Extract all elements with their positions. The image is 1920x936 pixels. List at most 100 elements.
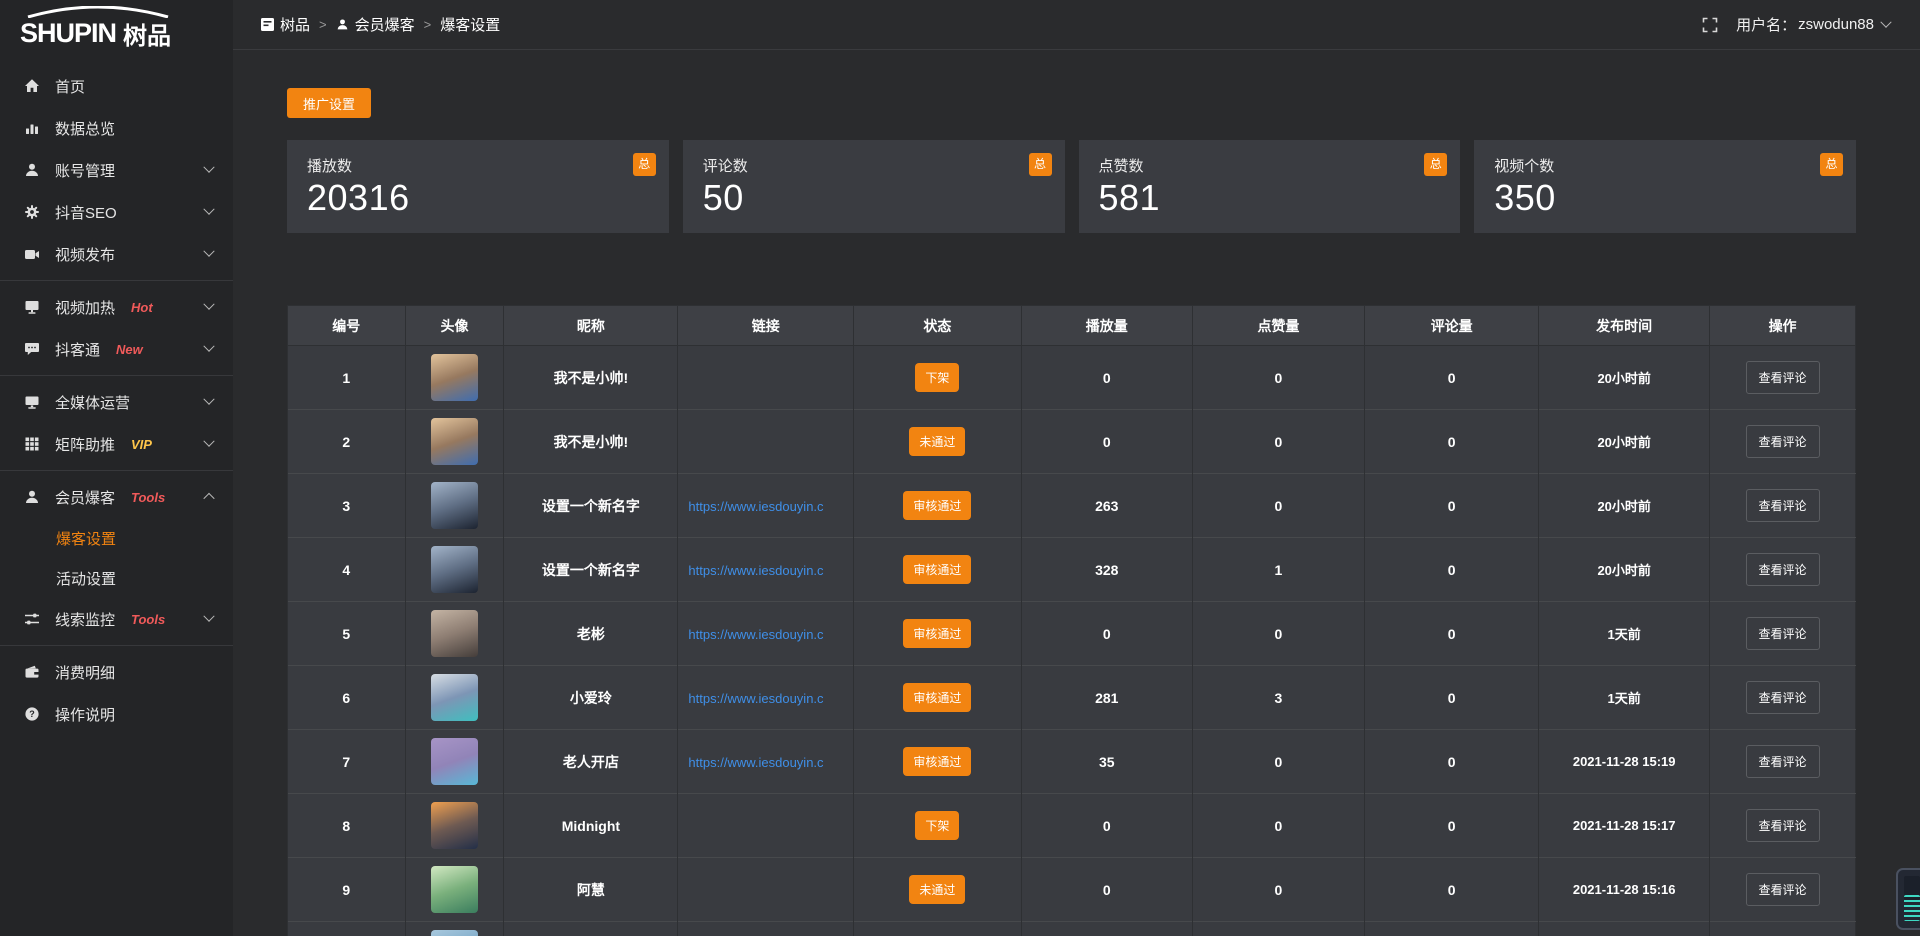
promotion-settings-button[interactable]: 推广设置 <box>287 88 371 118</box>
view-comments-button[interactable]: 查看评论 <box>1746 681 1820 714</box>
cell-link <box>678 346 854 410</box>
cell-publish-time: 1天前 <box>1539 666 1710 730</box>
cell-status: 下架 <box>854 346 1022 410</box>
avatar <box>431 418 478 465</box>
breadcrumb-item-shupin[interactable]: 树品 <box>261 14 310 35</box>
cell-link <box>678 794 854 858</box>
view-comments-button[interactable]: 查看评论 <box>1746 809 1820 842</box>
video-link[interactable]: https://www.iesdouyin.c <box>688 691 823 706</box>
sidebar-item-baoke-settings[interactable]: 爆客设置 <box>0 518 233 558</box>
sidebar-item-all-media-operation[interactable]: 全媒体运营 <box>0 381 233 423</box>
breadcrumb-item-member-baoke[interactable]: 会员爆客 <box>336 14 415 35</box>
cell-publish-time: 20小时前 <box>1539 410 1710 474</box>
cell-comments: 0 <box>1365 858 1539 922</box>
col-status: 状态 <box>854 306 1022 346</box>
cell-publish-time: 20小时前 <box>1539 538 1710 602</box>
cell-status: 未通过 <box>854 410 1022 474</box>
cell-id <box>288 922 406 936</box>
status-badge[interactable]: 未通过 <box>909 427 965 456</box>
cell-link <box>678 922 854 936</box>
cell-likes: 0 <box>1192 730 1364 794</box>
stat-card-plays: 播放数 20316 总 <box>287 140 669 233</box>
cell-publish-time <box>1539 922 1710 936</box>
sidebar-item-activity-settings[interactable]: 活动设置 <box>0 558 233 598</box>
monitor-icon <box>24 394 40 410</box>
user-menu[interactable]: 用户名：zswodun88 <box>1736 14 1890 35</box>
view-comments-button[interactable]: 查看评论 <box>1746 425 1820 458</box>
col-comments: 评论量 <box>1365 306 1539 346</box>
view-comments-button[interactable]: 查看评论 <box>1746 617 1820 650</box>
table-row: 1 我不是小帅! 下架 0 0 0 20小时前 查看评论 <box>288 346 1856 410</box>
total-badge: 总 <box>1424 153 1447 176</box>
sidebar-item-video-heating[interactable]: 视频加热 Hot <box>0 286 233 328</box>
sidebar-item-operation-guide[interactable]: ? 操作说明 <box>0 693 233 735</box>
status-badge[interactable]: 下架 <box>915 811 959 840</box>
cell-nickname: Midnight <box>504 794 678 858</box>
sidebar-subitem-label: 活动设置 <box>56 568 116 589</box>
cell-id: 5 <box>288 602 406 666</box>
col-avatar: 头像 <box>405 306 504 346</box>
cell-actions <box>1710 922 1856 936</box>
status-badge[interactable]: 审核通过 <box>903 619 971 648</box>
chevron-down-icon <box>1880 16 1891 27</box>
video-link[interactable]: https://www.iesdouyin.c <box>688 499 823 514</box>
sidebar-item-video-publish[interactable]: 视频发布 <box>0 233 233 275</box>
total-badge: 总 <box>633 153 656 176</box>
sidebar-item-label: 消费明细 <box>55 662 115 683</box>
sidebar-item-label: 线索监控 <box>55 609 115 630</box>
view-comments-button[interactable]: 查看评论 <box>1746 361 1820 394</box>
sidebar-menu: 首页 数据总览 账号管理 抖音SEO 视频发布 <box>0 59 233 735</box>
cell-likes: 0 <box>1192 474 1364 538</box>
fullscreen-icon[interactable] <box>1702 17 1718 33</box>
table-body: 1 我不是小帅! 下架 0 0 0 20小时前 查看评论 2 我不是小帅! 未通… <box>288 346 1856 936</box>
floating-widget[interactable] <box>1896 868 1920 930</box>
sidebar-item-matrix-boost[interactable]: 矩阵助推 VIP <box>0 423 233 465</box>
cell-id: 9 <box>288 858 406 922</box>
tools-badge: Tools <box>131 612 165 627</box>
status-badge[interactable]: 审核通过 <box>903 747 971 776</box>
sidebar-item-data-overview[interactable]: 数据总览 <box>0 107 233 149</box>
sidebar-item-consumption-details[interactable]: 消费明细 <box>0 651 233 693</box>
cell-comments <box>1365 922 1539 936</box>
app-logo[interactable]: SHUPIN 树品 <box>0 0 233 59</box>
cell-link: https://www.iesdouyin.c <box>678 602 854 666</box>
status-badge[interactable]: 审核通过 <box>903 491 971 520</box>
video-link[interactable]: https://www.iesdouyin.c <box>688 755 823 770</box>
floating-widget-stripes <box>1904 895 1920 921</box>
cell-link <box>678 410 854 474</box>
stat-value: 50 <box>703 177 1045 219</box>
sidebar-item-home[interactable]: 首页 <box>0 65 233 107</box>
cell-nickname: 设置一个新名字 <box>504 474 678 538</box>
video-link[interactable]: https://www.iesdouyin.c <box>688 563 823 578</box>
sidebar-divider <box>0 280 233 281</box>
breadcrumb-item-baoke-settings[interactable]: 爆客设置 <box>440 14 500 35</box>
view-comments-button[interactable]: 查看评论 <box>1746 553 1820 586</box>
user-icon <box>24 162 40 178</box>
status-badge[interactable]: 审核通过 <box>903 683 971 712</box>
view-comments-button[interactable]: 查看评论 <box>1746 873 1820 906</box>
cell-avatar <box>405 666 504 730</box>
tools-badge: Tools <box>131 490 165 505</box>
cell-comments: 0 <box>1365 410 1539 474</box>
sidebar-item-douketong[interactable]: 抖客通 New <box>0 328 233 370</box>
breadcrumb-label: 会员爆客 <box>355 14 415 35</box>
view-comments-button[interactable]: 查看评论 <box>1746 489 1820 522</box>
chevron-down-icon <box>203 436 214 447</box>
cell-actions: 查看评论 <box>1710 730 1856 794</box>
video-link[interactable]: https://www.iesdouyin.c <box>688 627 823 642</box>
sidebar-item-clue-monitoring[interactable]: 线索监控 Tools <box>0 598 233 640</box>
avatar <box>431 802 478 849</box>
sidebar-item-douyin-seo[interactable]: 抖音SEO <box>0 191 233 233</box>
view-comments-button[interactable]: 查看评论 <box>1746 745 1820 778</box>
status-badge[interactable]: 审核通过 <box>903 555 971 584</box>
breadcrumb-separator: > <box>424 17 432 32</box>
table-row: 9 阿慧 未通过 0 0 0 2021-11-28 15:16 查看评论 <box>288 858 1856 922</box>
cell-id: 7 <box>288 730 406 794</box>
avatar <box>431 674 478 721</box>
sidebar-item-account-management[interactable]: 账号管理 <box>0 149 233 191</box>
cell-actions: 查看评论 <box>1710 794 1856 858</box>
cell-status: 下架 <box>854 794 1022 858</box>
status-badge[interactable]: 未通过 <box>909 875 965 904</box>
sidebar-item-member-baoke[interactable]: 会员爆客 Tools <box>0 476 233 518</box>
status-badge[interactable]: 下架 <box>915 363 959 392</box>
